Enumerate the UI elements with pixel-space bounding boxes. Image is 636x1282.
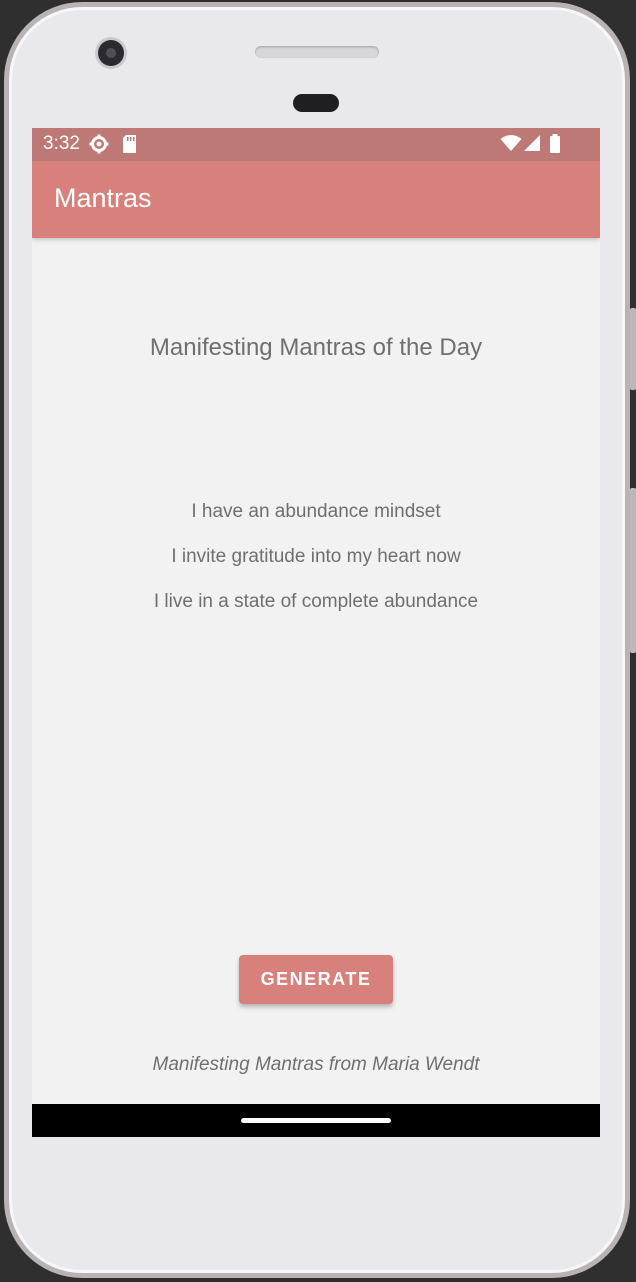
volume-button [630, 488, 636, 653]
home-gesture-handle[interactable] [241, 1118, 391, 1123]
generate-button[interactable]: GENERATE [239, 955, 393, 1004]
navigation-bar [32, 1104, 600, 1137]
mantra-item: I have an abundance mindset [191, 501, 441, 522]
wifi-icon [500, 134, 522, 156]
page-title: Manifesting Mantras of the Day [149, 334, 483, 361]
front-camera [98, 40, 124, 66]
power-button [630, 308, 636, 390]
status-bar: 3:32 [32, 128, 600, 161]
footer-credit: Manifesting Mantras from Maria Wendt [152, 1054, 480, 1075]
mantra-item: I invite gratitude into my heart now [171, 546, 461, 567]
battery-icon [549, 134, 561, 158]
signal-icon [523, 134, 541, 156]
settings-icon [89, 134, 109, 158]
mantra-item: I live in a state of complete abundance [153, 591, 479, 612]
phone-device: 3:32 Mantras Manifesting Mantras of the … [0, 0, 636, 1282]
main-content: Manifesting Mantras of the Day I have an… [32, 238, 600, 1104]
sd-card-icon [122, 134, 137, 158]
app-screen: 3:32 Mantras Manifesting Mantras of the … [32, 128, 600, 1137]
earpiece-speaker [255, 46, 379, 58]
status-time: 3:32 [43, 133, 80, 154]
app-title: Mantras [54, 183, 152, 213]
proximity-sensor [293, 94, 339, 112]
mantra-list: I have an abundance mindset I invite gra… [32, 500, 600, 635]
app-bar: Mantras [32, 161, 600, 238]
